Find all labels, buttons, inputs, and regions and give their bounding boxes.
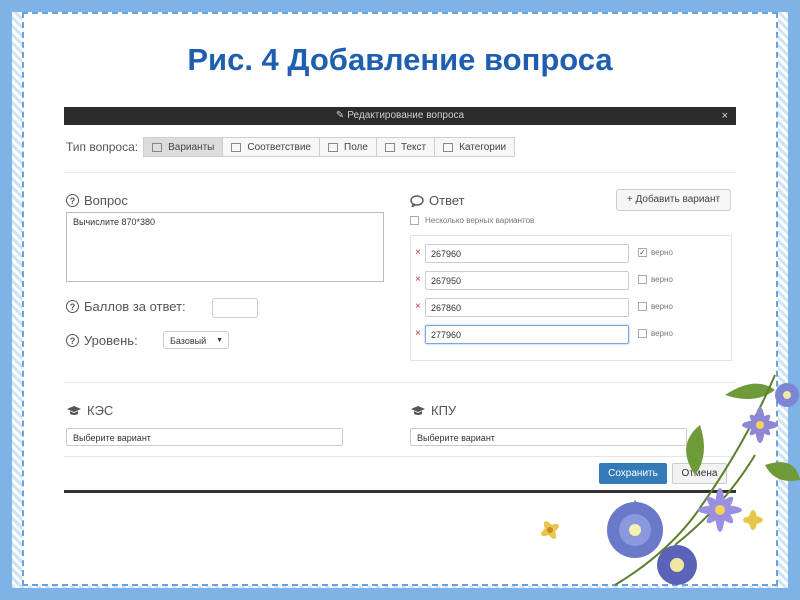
pencil-icon: ✎ [335, 110, 345, 121]
level-select[interactable]: Базовый ▼ [163, 331, 229, 349]
text-icon [384, 142, 395, 152]
dialog-header: ✎ Редактирование вопроса × [64, 107, 736, 125]
question-textarea[interactable]: Вычислите 870*380 [66, 212, 384, 282]
dialog-title: Редактирование вопроса [347, 110, 465, 121]
divider [64, 172, 736, 173]
correct-label: верно [651, 329, 673, 338]
tab-matching[interactable]: Соответствие [222, 137, 320, 157]
grid-icon [231, 142, 242, 152]
tab-variants[interactable]: Варианты [143, 137, 224, 157]
answer-heading: Ответ [410, 193, 465, 208]
kes-select[interactable]: Выберите вариант [66, 428, 343, 446]
correct-checkbox[interactable]: ✓ [638, 248, 647, 257]
correct-label: верно [651, 302, 673, 311]
points-heading: ? Баллов за ответ: [66, 299, 186, 314]
answer-row: × 267950 верно [411, 271, 731, 291]
answer-input[interactable]: 267860 [425, 298, 629, 317]
remove-icon[interactable]: × [415, 301, 421, 312]
caret-down-icon: ▼ [216, 337, 223, 344]
correct-checkbox[interactable] [638, 302, 647, 311]
question-type-row: Тип вопроса: Варианты Соответствие Поле … [66, 137, 516, 157]
graduation-cap-icon [411, 405, 425, 415]
remove-icon[interactable]: × [415, 274, 421, 285]
points-input[interactable] [212, 298, 258, 318]
correct-checkbox[interactable] [638, 329, 647, 338]
answer-row: × 267960 ✓ верно [411, 244, 731, 264]
correct-label: верно [651, 248, 673, 257]
tab-text[interactable]: Текст [375, 137, 436, 157]
kes-heading: КЭС [66, 403, 113, 418]
correct-checkbox[interactable] [638, 275, 647, 284]
flower-right-small [775, 383, 799, 407]
add-variant-button[interactable]: + Добавить вариант [616, 189, 731, 211]
close-icon[interactable]: × [722, 107, 728, 125]
tab-categories[interactable]: Категории [434, 137, 516, 157]
flower-aster [698, 488, 742, 532]
answer-options-list: × 267960 ✓ верно × 267950 верно × 267860… [410, 235, 732, 361]
help-icon: ? [66, 194, 79, 207]
flower-medium [657, 545, 697, 585]
kpu-heading: КПУ [410, 403, 456, 418]
list-icon [152, 142, 163, 152]
flower-large [607, 502, 663, 558]
categories-icon [443, 142, 454, 152]
level-heading: ? Уровень: [66, 333, 138, 348]
multiple-answers-checkbox[interactable] [410, 216, 419, 225]
tab-field[interactable]: Поле [319, 137, 377, 157]
answer-input[interactable]: 267960 [425, 244, 629, 263]
slide-title: Рис. 4 Добавление вопроса [187, 42, 613, 77]
graduation-cap-icon [67, 405, 81, 415]
field-icon [328, 142, 338, 152]
answer-row: × 267860 верно [411, 298, 731, 318]
answer-row: × 277960 верно [411, 325, 731, 345]
flower-top [742, 407, 778, 443]
question-heading: ? Вопрос [66, 193, 128, 208]
multiple-answers-row: Несколько верных вариантов [410, 216, 534, 225]
correct-label: верно [651, 275, 673, 284]
speech-bubble-icon [410, 194, 424, 207]
flower-decoration [541, 374, 800, 586]
question-type-group: Варианты Соответствие Поле Текст Категор… [143, 137, 516, 157]
multiple-answers-label: Несколько верных вариантов [425, 216, 535, 225]
remove-icon[interactable]: × [415, 247, 421, 258]
help-icon: ? [66, 334, 79, 347]
remove-icon[interactable]: × [415, 328, 421, 339]
question-type-label: Тип вопроса: [66, 140, 139, 154]
answer-input[interactable]: 277960 [425, 325, 629, 344]
answer-input[interactable]: 267950 [425, 271, 629, 290]
help-icon: ? [66, 300, 79, 313]
